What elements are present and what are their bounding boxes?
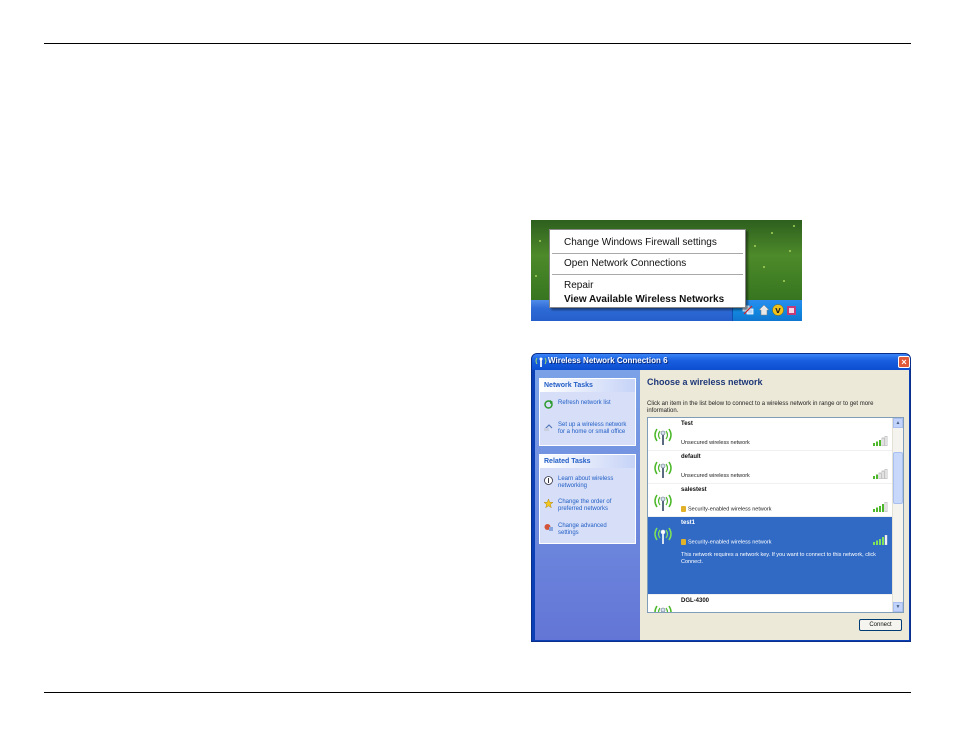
network-item-dgl-4300[interactable]: DGL-4300 bbox=[648, 595, 893, 612]
home-icon[interactable] bbox=[758, 304, 770, 316]
menu-item-firewall-settings[interactable]: Change Windows Firewall settings bbox=[564, 236, 717, 250]
window-title: Wireless Network Connection 6 bbox=[548, 356, 668, 365]
bottom-rule bbox=[44, 692, 911, 693]
network-name: salestest bbox=[681, 487, 707, 493]
menu-separator bbox=[552, 253, 743, 254]
tray-menu-screenshot: V Change Windows Firewall settings Open … bbox=[531, 220, 802, 321]
signal-strength-icon bbox=[873, 469, 888, 479]
network-status: Security-enabled wireless network bbox=[681, 506, 771, 512]
tasks-pane: Network Tasks Refresh network list Set u… bbox=[535, 370, 640, 640]
svg-text:V: V bbox=[775, 307, 781, 315]
network-item-test[interactable]: Test Unsecured wireless network bbox=[648, 418, 893, 451]
signal-strength-icon bbox=[873, 535, 888, 545]
network-tasks-box: Network Tasks Refresh network list Set u… bbox=[539, 378, 636, 446]
close-button[interactable]: × bbox=[898, 356, 910, 368]
connect-button[interactable]: Connect bbox=[859, 619, 902, 631]
related-tasks-heading: Related Tasks bbox=[540, 455, 635, 468]
wireless-antenna-icon bbox=[535, 357, 547, 367]
settings-icon bbox=[544, 524, 553, 531]
window-titlebar[interactable]: Wireless Network Connection 6 × bbox=[532, 354, 910, 370]
menu-item-repair[interactable]: Repair bbox=[564, 279, 593, 293]
network-name: default bbox=[681, 454, 701, 460]
menu-item-view-wireless-networks[interactable]: View Available Wireless Networks bbox=[564, 293, 724, 307]
refresh-icon bbox=[544, 400, 553, 409]
network-name: DGL-4300 bbox=[681, 598, 710, 604]
network-chooser-pane: Choose a wireless network Click an item … bbox=[640, 370, 909, 640]
lock-icon bbox=[681, 539, 686, 545]
security-icon[interactable]: V bbox=[772, 304, 784, 316]
wireless-antenna-icon bbox=[654, 605, 672, 612]
network-name: Test bbox=[681, 421, 693, 427]
network-status: Unsecured wireless network bbox=[681, 440, 750, 446]
wireless-network-window: Wireless Network Connection 6 × Network … bbox=[531, 353, 911, 642]
signal-strength-icon bbox=[873, 436, 888, 446]
network-item-default[interactable]: default Unsecured wireless network bbox=[648, 451, 893, 484]
scroll-up-button[interactable]: ▲ bbox=[893, 418, 903, 428]
page: V Change Windows Firewall settings Open … bbox=[0, 0, 954, 737]
network-list-scrollbar[interactable]: ▲ ▼ bbox=[892, 418, 903, 612]
network-item-test1[interactable]: test1 Security-enabled wireless network … bbox=[648, 517, 893, 595]
network-item-salestest[interactable]: salestest Security-enabled wireless netw… bbox=[648, 484, 893, 517]
network-name: test1 bbox=[681, 520, 696, 526]
scroll-down-button[interactable]: ▼ bbox=[893, 602, 903, 612]
wireless-antenna-icon bbox=[654, 527, 672, 544]
lock-icon bbox=[681, 506, 686, 512]
window-bottom-border bbox=[532, 640, 910, 641]
network-tasks-heading: Network Tasks bbox=[540, 379, 635, 392]
network-status: Unsecured wireless network bbox=[681, 473, 750, 479]
menu-separator bbox=[552, 274, 743, 275]
signal-strength-icon bbox=[873, 502, 888, 512]
related-tasks-box: Related Tasks Learn about wireless netwo… bbox=[539, 454, 636, 544]
wireless-antenna-icon bbox=[654, 428, 672, 445]
network-list[interactable]: Test Unsecured wireless network default … bbox=[647, 417, 904, 613]
speaker-icon[interactable] bbox=[786, 304, 798, 316]
menu-item-open-network-connections[interactable]: Open Network Connections bbox=[564, 257, 686, 271]
wireless-antenna-icon bbox=[654, 461, 672, 478]
choose-network-title: Choose a wireless network bbox=[647, 377, 763, 387]
top-rule bbox=[44, 43, 911, 44]
star-icon bbox=[544, 499, 553, 508]
setup-icon bbox=[544, 424, 553, 431]
scroll-thumb[interactable] bbox=[893, 452, 903, 504]
tray-context-menu: Change Windows Firewall settings Open Ne… bbox=[549, 229, 746, 308]
network-description: This network requires a network key. If … bbox=[681, 552, 876, 565]
network-status: Security-enabled wireless network bbox=[681, 539, 771, 545]
info-icon bbox=[544, 476, 553, 485]
instructions-text: Click an item in the list below to conne… bbox=[647, 401, 874, 414]
wireless-antenna-icon bbox=[654, 494, 672, 511]
